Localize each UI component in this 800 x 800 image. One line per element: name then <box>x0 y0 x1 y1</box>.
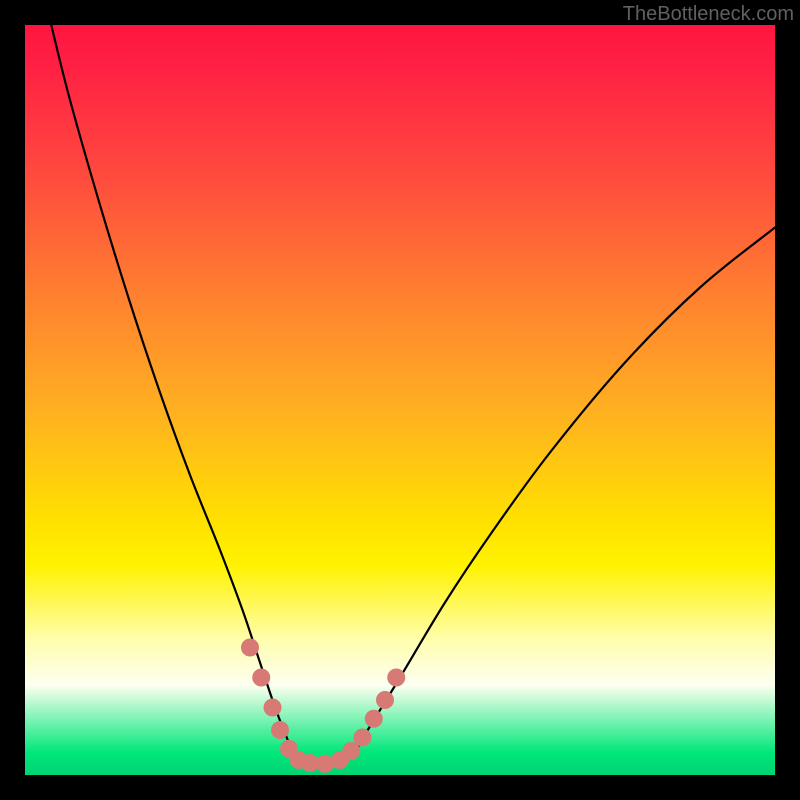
curve-marker <box>354 729 372 747</box>
plot-area <box>25 25 775 775</box>
curve-marker <box>264 699 282 717</box>
watermark-text: TheBottleneck.com <box>623 3 794 26</box>
bottleneck-curve <box>51 25 775 764</box>
curve-marker <box>241 639 259 657</box>
curve-marker <box>387 669 405 687</box>
chart-frame: TheBottleneck.com <box>0 0 800 800</box>
highlighted-points <box>241 639 405 773</box>
curve-marker <box>271 721 289 739</box>
curve-marker <box>376 691 394 709</box>
curve-marker <box>252 669 270 687</box>
chart-svg <box>25 25 775 775</box>
curve-marker <box>316 755 334 773</box>
curve-marker <box>365 710 383 728</box>
